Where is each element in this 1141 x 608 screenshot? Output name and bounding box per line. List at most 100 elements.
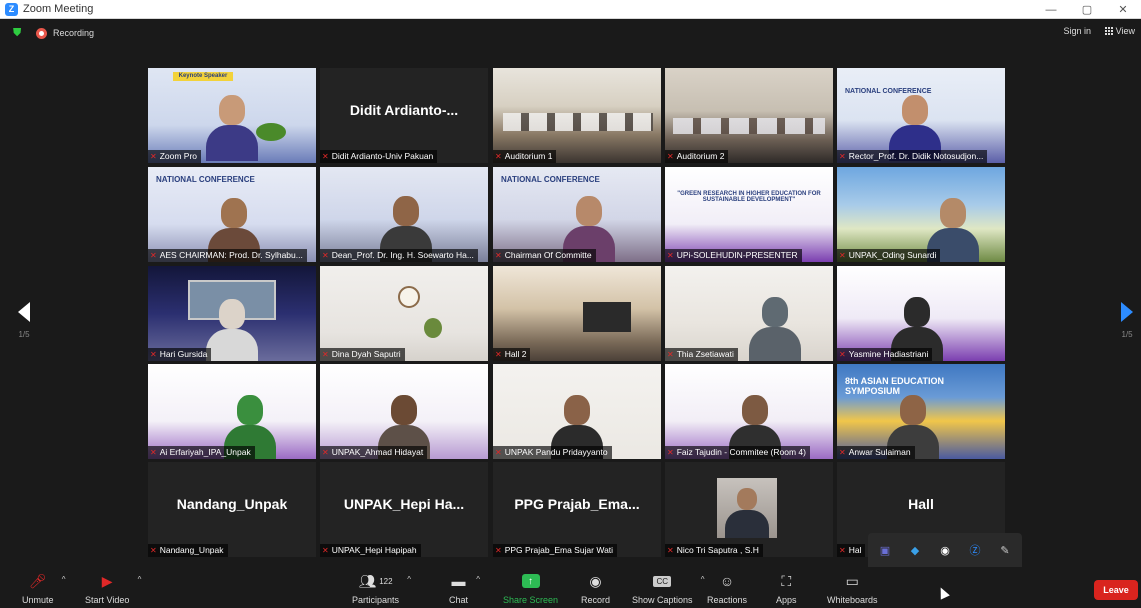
view-label: View bbox=[1115, 26, 1135, 36]
video-tile-auditorium2[interactable]: ✕ Auditorium 2 bbox=[665, 68, 833, 163]
restore-button[interactable]: ▢ bbox=[1069, 0, 1105, 19]
video-tile-zoom-pro[interactable]: Keynote Speaker ✕ Zoom Pro bbox=[148, 68, 316, 163]
teams-icon[interactable]: ▣ bbox=[870, 535, 900, 565]
video-tile-ahmad[interactable]: ✕ UNPAK_Ahmad Hidayat bbox=[320, 364, 488, 459]
mic-muted-icon: ✕ bbox=[322, 350, 329, 359]
tile-name-label: ✕ Auditorium 2 bbox=[665, 150, 729, 163]
next-page-button[interactable]: 1/5 bbox=[1117, 302, 1137, 342]
mic-muted-icon: ✕ bbox=[495, 448, 502, 457]
reactions-button[interactable]: ☺ Reactions bbox=[707, 571, 747, 605]
minimize-button[interactable]: — bbox=[1033, 0, 1069, 19]
video-tile-rector[interactable]: NATIONAL CONFERENCE ✕ Rector_Prof. Dr. Di… bbox=[837, 68, 1005, 163]
video-tile-yasmine[interactable]: ✕ Yasmine Hadiastriani bbox=[837, 266, 1005, 361]
whiteboards-button[interactable]: ▭ Whiteboards bbox=[827, 571, 878, 606]
view-button[interactable]: View bbox=[1104, 26, 1135, 36]
zoom-app-icon-blue[interactable]: Ⓩ bbox=[960, 535, 990, 565]
app-circle-icon[interactable]: ◉ bbox=[930, 535, 960, 565]
share-screen-button[interactable]: ↑ Share Screen bbox=[503, 571, 558, 605]
video-tile-hall2[interactable]: ✕ Hall 2 bbox=[493, 266, 661, 361]
unmute-label: Unmute bbox=[22, 595, 54, 605]
video-tile-upi-solehudin[interactable]: "GREEN RESEARCH IN HIGHER EDUCATION FOR … bbox=[665, 167, 833, 262]
theme-banner: "GREEN RESEARCH IN HIGHER EDUCATION FOR … bbox=[677, 191, 821, 203]
participants-icon-group: 👥︎ 122 bbox=[358, 571, 392, 591]
previous-page-button[interactable]: 1/5 bbox=[14, 302, 34, 342]
video-tile-hari[interactable]: ✕ Hari Gursida bbox=[148, 266, 316, 361]
mic-muted-icon: ✕ bbox=[839, 152, 846, 161]
video-tile-anwar[interactable]: 8th ASIAN EDUCATION SYMPOSIUM ✕ Anwar Sul… bbox=[837, 364, 1005, 459]
participant-display-name: Hall bbox=[908, 496, 934, 512]
whiteboards-label: Whiteboards bbox=[827, 595, 878, 605]
apps-button[interactable]: ⛶ Apps bbox=[776, 571, 797, 606]
window-titlebar: Z Zoom Meeting — ▢ ✕ bbox=[0, 0, 1141, 19]
share-screen-icon: ↑ bbox=[521, 574, 540, 588]
speaker-figure bbox=[889, 95, 941, 161]
mic-muted-icon: ✕ bbox=[322, 152, 329, 161]
video-tile-hepi[interactable]: UNPAK_Hepi Ha... ✕ UNPAK_Hepi Hapipah bbox=[320, 462, 488, 557]
video-tile-oding[interactable]: ✕ UNPAK_Oding Sunardi bbox=[837, 167, 1005, 262]
record-button[interactable]: ◉ Record bbox=[581, 571, 610, 606]
close-button[interactable]: ✕ bbox=[1105, 0, 1141, 19]
mic-muted-icon: ✕ bbox=[839, 448, 846, 457]
mic-muted-icon: ✕ bbox=[495, 350, 502, 359]
chat-chevron-icon[interactable]: ^ bbox=[476, 575, 480, 584]
video-options-chevron-icon[interactable]: ^ bbox=[138, 575, 142, 584]
tile-name-label: ✕ Zoom Pro bbox=[148, 150, 202, 163]
mic-muted-icon: ✕ bbox=[150, 251, 157, 260]
azure-icon[interactable]: ◆ bbox=[900, 535, 930, 565]
tile-name-label: ✕ Chairman Of Committe bbox=[493, 249, 596, 262]
video-tile-ai-erfariyah[interactable]: ✕ Ai Erfariyah_IPA_Unpak bbox=[148, 364, 316, 459]
video-tile-dean[interactable]: ✕ Dean_Prof. Dr. Ing. H. Soewarto Ha... bbox=[320, 167, 488, 262]
speaker-figure bbox=[563, 196, 615, 262]
tile-name-label: ✕ Ai Erfariyah_IPA_Unpak bbox=[148, 446, 255, 459]
participants-label: Participants bbox=[352, 595, 400, 605]
unmute-button[interactable]: 🎤︎ Unmute ^ bbox=[22, 571, 66, 606]
mic-muted-icon: ✕ bbox=[495, 152, 502, 161]
video-tile-nico[interactable]: ✕ Nico Tri Saputra , S.H bbox=[665, 462, 833, 557]
tile-name-label: ✕ Hal bbox=[837, 544, 866, 557]
security-shield-icon[interactable]: ⛊ bbox=[13, 27, 24, 39]
video-tile-dina[interactable]: ✕ Dina Dyah Saputri bbox=[320, 266, 488, 361]
annotate-icon[interactable]: ✎ bbox=[990, 535, 1020, 565]
audio-options-chevron-icon[interactable]: ^ bbox=[62, 575, 66, 584]
recording-label[interactable]: Recording bbox=[53, 28, 94, 38]
captions-icon: CC bbox=[653, 575, 672, 587]
participants-count: 122 bbox=[379, 576, 393, 586]
mic-muted-icon: ✕ bbox=[667, 350, 674, 359]
tile-name-label: ✕ Nico Tri Saputra , S.H bbox=[665, 544, 763, 557]
audience-rows bbox=[503, 113, 653, 131]
chat-button[interactable]: ▬ Chat ^ bbox=[449, 571, 480, 605]
tile-name-label: ✕ UNPAK Pandu Pridayyanto bbox=[493, 446, 612, 459]
show-captions-button[interactable]: CC Show Captions ^ bbox=[632, 571, 705, 605]
video-tile-aes-chairman[interactable]: NATIONAL CONFERENCE ✕ AES CHAIRMAN: Prod.… bbox=[148, 167, 316, 262]
mic-muted-icon: ✕ bbox=[150, 350, 157, 359]
show-captions-label: Show Captions bbox=[632, 595, 693, 605]
sign-in-link[interactable]: Sign in bbox=[1063, 26, 1091, 36]
meeting-topbar: ⛊ Recording Sign in View bbox=[0, 19, 1141, 47]
tile-name-label: ✕ UNPAK_Ahmad Hidayat bbox=[320, 446, 428, 459]
video-tile-thia[interactable]: ✕ Thia Zsetiawati bbox=[665, 266, 833, 361]
video-tile-nandang[interactable]: Nandang_Unpak ✕ Nandang_Unpak bbox=[148, 462, 316, 557]
video-tile-chairman-committe[interactable]: NATIONAL CONFERENCE ✕ Chairman Of Committ… bbox=[493, 167, 661, 262]
leave-button[interactable]: Leave bbox=[1094, 580, 1138, 600]
video-tile-auditorium1[interactable]: ✕ Auditorium 1 bbox=[493, 68, 661, 163]
participants-button[interactable]: 👥︎ 122 Participants ^ bbox=[352, 571, 411, 606]
mic-muted-icon: ✕ bbox=[322, 448, 329, 457]
participant-display-name: Didit Ardianto-... bbox=[349, 102, 459, 118]
video-tile-ema[interactable]: PPG Prajab_Ema... ✕ PPG Prajab_Ema Sujar … bbox=[493, 462, 661, 557]
tile-name-label: ✕ Didit Ardianto-Univ Pakuan bbox=[320, 150, 438, 163]
mic-muted-icon: ✕ bbox=[839, 546, 846, 555]
chat-icon: ▬ bbox=[451, 573, 466, 589]
video-tile-faiz[interactable]: ✕ Faiz Tajudin - Commitee (Room 4) bbox=[665, 364, 833, 459]
video-tile-didit[interactable]: Didit Ardianto-... ✕ Didit Ardianto-Univ … bbox=[320, 68, 488, 163]
tile-name-label: ✕ Faiz Tajudin - Commitee (Room 4) bbox=[665, 446, 810, 459]
zoom-app-icon: Z bbox=[5, 2, 18, 16]
speaker-figure bbox=[206, 95, 258, 161]
conference-banner: NATIONAL CONFERENCE bbox=[156, 175, 255, 184]
window-title: Zoom Meeting bbox=[23, 3, 94, 15]
symposium-banner: 8th ASIAN EDUCATION SYMPOSIUM bbox=[845, 376, 944, 396]
participants-chevron-icon[interactable]: ^ bbox=[407, 575, 411, 584]
start-video-button[interactable]: ▶︎ Start Video ^ bbox=[85, 571, 141, 606]
whiteboard-icon: ▭ bbox=[845, 572, 859, 589]
video-tile-pandu[interactable]: ✕ UNPAK Pandu Pridayyanto bbox=[493, 364, 661, 459]
captions-chevron-icon[interactable]: ^ bbox=[701, 575, 705, 584]
